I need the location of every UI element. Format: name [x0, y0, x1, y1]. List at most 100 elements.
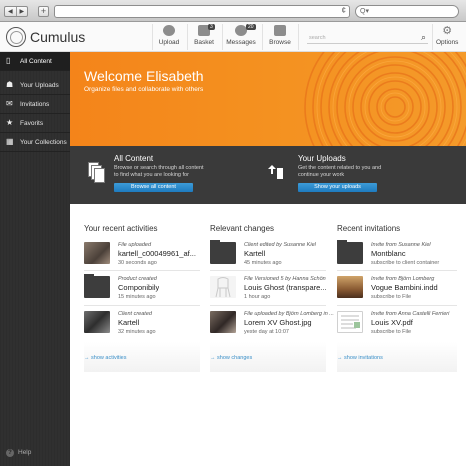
options-button[interactable]: ⚙ Options [436, 26, 459, 47]
nav-divider [432, 24, 433, 50]
sidebar-item-favorits[interactable]: ★ Favorits [0, 114, 70, 133]
row-divider [210, 305, 326, 306]
sidebar-item-invitations[interactable]: ✉ Invitations [0, 95, 70, 114]
recent-invitations-title: Recent invitations [337, 224, 401, 233]
star-icon: ★ [6, 118, 14, 127]
nav-divider [222, 24, 223, 50]
invitation-item[interactable]: Invite from Anna Castelli Ferrieri Louis… [337, 311, 457, 339]
document-thumbnail [337, 311, 363, 333]
item-meta: Invite from Susanne Kiel [371, 242, 431, 248]
item-meta: Invite from Anna Castelli Ferrieri [371, 311, 450, 317]
your-uploads-desc-line: Get the content related to you and [298, 165, 382, 171]
nav-browse[interactable]: Browse [266, 25, 294, 51]
item-time: 45 minutes ago [244, 260, 282, 266]
address-bar[interactable]: ¢ [54, 5, 350, 18]
documents-icon [88, 162, 105, 183]
folder-icon [337, 240, 363, 264]
show-changes-link[interactable]: → show changes [210, 355, 252, 361]
activity-item[interactable]: Client created Kartell 32 minutes ago [84, 311, 200, 339]
forward-icon[interactable]: ▶ [15, 7, 28, 16]
file-icon: ▯ [6, 56, 11, 65]
show-invitations-link[interactable]: → show invitations [337, 355, 383, 361]
item-name[interactable]: Louis Ghost (transpare... [244, 283, 326, 292]
item-time: 1 hour ago [244, 294, 271, 300]
item-meta: File uploaded by Björn Lomberg in ... [244, 311, 334, 317]
basket-count-badge: 3 [208, 24, 215, 30]
nav-messages-label: Messages [226, 39, 256, 46]
all-content-title: All Content [114, 154, 154, 163]
row-divider [210, 270, 326, 271]
item-meta: Client created [118, 311, 152, 317]
item-thumbnail [84, 242, 110, 264]
item-name[interactable]: Vogue Bambini.indd [371, 283, 438, 292]
item-thumbnail [210, 311, 236, 333]
item-meta: File Versioned 5 by Hanna Schön [244, 276, 326, 282]
item-meta: File uploaded [118, 242, 152, 248]
help-label: Help [18, 449, 32, 456]
help-icon: ? [6, 449, 14, 457]
sidebar-item-your-uploads[interactable]: ☗ Your Uploads [0, 76, 70, 95]
sidebar-item-your-collections[interactable]: ▦ Your Collections [0, 133, 70, 152]
nav-divider [262, 24, 263, 50]
search-input[interactable]: search ⌕ [307, 32, 428, 44]
change-item[interactable]: File Versioned 5 by Hanna Schön Louis Gh… [210, 276, 326, 304]
your-uploads-desc-line: continue your work [298, 172, 345, 178]
nav-messages[interactable]: 20 Messages [224, 24, 258, 51]
item-time: subscribe to File [371, 329, 412, 335]
all-content-desc-line: to find what you are looking for [114, 172, 189, 178]
item-meta: Product created [118, 276, 157, 282]
recent-activities-title: Your recent activities [84, 224, 158, 233]
folder-icon [84, 274, 110, 298]
item-name[interactable]: Componibily [118, 283, 159, 292]
user-upload-icon [267, 163, 283, 183]
activity-item[interactable]: File uploaded kartell_c00049961_af... 30… [84, 242, 200, 270]
item-name[interactable]: Kartell [118, 318, 139, 327]
search-icon[interactable]: ⌕ [421, 32, 426, 43]
your-uploads-title: Your Uploads [298, 154, 346, 163]
item-name[interactable]: Lorem XV Ghost.jpg [244, 318, 312, 327]
item-time: subscribe to client container [371, 260, 440, 266]
browse-all-content-button[interactable]: Browse all content [114, 183, 193, 192]
new-tab-button[interactable]: + [38, 6, 49, 17]
item-time: subscribe to File [371, 294, 412, 300]
change-item[interactable]: Client edited by Susanne Kiel Kartell 45… [210, 240, 326, 270]
item-time: yeste day at 10:07 [244, 329, 289, 335]
item-meta: Client edited by Susanne Kiel [244, 242, 316, 248]
item-name[interactable]: kartell_c00049961_af... [118, 249, 200, 258]
welcome-banner: Welcome Elisabeth Organize files and col… [70, 52, 466, 146]
search-placeholder: search [309, 35, 326, 41]
nav-upload[interactable]: Upload [156, 25, 182, 51]
nav-basket[interactable]: 3 Basket [191, 24, 217, 51]
change-item[interactable]: File uploaded by Björn Lomberg in ... Lo… [210, 311, 334, 339]
item-name[interactable]: Louis XV.pdf [371, 318, 413, 327]
reload-icon[interactable]: ¢ [342, 6, 346, 15]
sidebar: ▯ All Content ☗ Your Uploads ✉ Invitatio… [0, 52, 70, 466]
user-upload-icon: ☗ [6, 80, 14, 89]
item-time: 30 seconds ago [118, 260, 157, 266]
nav-browse-label: Browse [269, 39, 291, 46]
browser-search-field[interactable]: Q▾ [355, 5, 459, 18]
show-your-uploads-button[interactable]: Show your uploads [298, 183, 377, 192]
help-link[interactable]: ? Help [6, 449, 31, 457]
all-content-desc: Browse or search through all content to … [114, 165, 204, 179]
options-label: Options [436, 39, 459, 46]
item-time: 32 minutes ago [118, 329, 156, 335]
wood-rings-graphic [304, 52, 466, 146]
sidebar-item-label: Favorits [20, 120, 44, 127]
show-activities-link[interactable]: → show activities [84, 355, 127, 361]
folder-icon [274, 25, 286, 36]
invitation-item[interactable]: Invite from Björn Lomberg Vogue Bambini.… [337, 276, 457, 304]
search-icon: Q▾ [360, 8, 369, 15]
nav-basket-label: Basket [194, 39, 214, 46]
sidebar-item-all-content[interactable]: ▯ All Content [0, 52, 70, 71]
activity-item[interactable]: Product created Componibily 15 minutes a… [84, 274, 200, 304]
sidebar-item-label: All Content [20, 58, 52, 65]
welcome-title: Welcome Elisabeth [84, 68, 204, 84]
item-name[interactable]: Montblanc [371, 249, 406, 258]
invitation-item[interactable]: Invite from Susanne Kiel Montblanc subsc… [337, 240, 457, 270]
item-name[interactable]: Kartell [244, 249, 265, 258]
row-divider [337, 270, 457, 271]
sidebar-item-label: Your Uploads [20, 82, 59, 89]
back-icon[interactable]: ◀ [5, 7, 16, 16]
item-thumbnail [84, 311, 110, 333]
